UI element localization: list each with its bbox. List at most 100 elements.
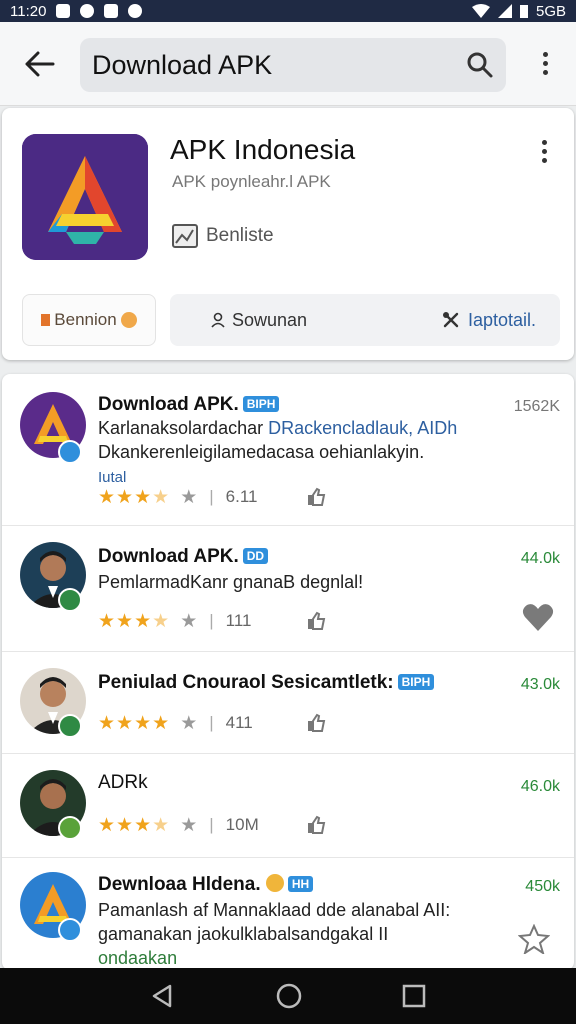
item-right-value: 46.0k — [520, 778, 560, 795]
item-title: ADRk — [98, 772, 148, 793]
overflow-menu-button[interactable] — [528, 52, 562, 82]
action-bar: Sowunan Iaptotail. — [170, 294, 560, 346]
bennion-button[interactable]: Bennion — [22, 294, 156, 346]
item-title-row: Download APK. DD — [98, 546, 269, 568]
item-description: Pamanlash af Mannaklaad dde alanabal AII… — [98, 898, 450, 970]
search-input[interactable] — [92, 49, 452, 81]
person-icon — [211, 312, 225, 328]
install-button[interactable]: Iaptotail. — [442, 310, 536, 331]
nav-recents-icon[interactable] — [402, 984, 426, 1008]
bookmark-icon — [41, 314, 51, 326]
verified-badge-icon — [58, 918, 82, 942]
list-item[interactable]: Download APK. DD PemlarmadKanr gnanaB deg… — [2, 526, 574, 652]
top-toolbar — [0, 22, 576, 106]
verified-badge-icon — [58, 440, 82, 464]
item-desc-link[interactable]: DRackencladlauk, AIDh — [268, 418, 457, 438]
item-title: Dewnloaa Hldena. — [98, 874, 261, 895]
star-outline-icon[interactable] — [518, 924, 550, 954]
item-count: 411 — [225, 713, 253, 732]
item-title-row: Peniulad Cnouraol Sesicamtletk: BIPH — [98, 672, 435, 694]
status-bar: 11:20 5GB — [0, 0, 576, 22]
list-item[interactable]: Dewnloaa Hldena. HH Pamanlash af Mannakl… — [2, 858, 574, 970]
item-meta: ★ ★ ★ ★ ★ | 411 — [98, 712, 326, 734]
item-tag: HH — [287, 876, 314, 892]
results-list: Download APK. BIPH Karlanaksolardachar DR… — [2, 374, 574, 970]
item-tag: BIPH — [397, 674, 435, 690]
verified-badge-icon — [58, 588, 82, 612]
item-count: 111 — [225, 611, 252, 630]
app-notification-icon — [104, 4, 119, 18]
verified-badge-icon — [58, 714, 82, 738]
app-more-button[interactable] — [542, 140, 547, 163]
item-title-row: ADRk — [98, 772, 148, 794]
item-right-value: 1562K — [513, 398, 560, 415]
item-title-row: Download APK. BIPH — [98, 394, 280, 416]
item-desc-line: PemlarmadKanr gnanaB degnlal! — [98, 572, 364, 592]
item-tag: BIPH — [242, 396, 280, 412]
developer-name: Benliste — [206, 225, 274, 246]
thumbs-up-icon[interactable] — [306, 487, 326, 507]
item-description: PemlarmadKanr gnanaB degnlal! — [98, 570, 363, 594]
nav-home-icon[interactable] — [275, 982, 303, 1010]
app-title: APK Indonesia — [170, 134, 356, 165]
install-label: Iaptotail. — [467, 309, 536, 330]
back-button[interactable] — [0, 22, 80, 106]
app-logo-icon — [22, 134, 148, 260]
item-desc-line: gamanakan jaokulklabalsandgakal II — [98, 924, 389, 944]
search-box[interactable] — [80, 38, 506, 92]
item-right-value: 44.0k — [520, 550, 560, 567]
item-title: Peniulad Cnouraol Sesicamtletk: — [98, 672, 394, 693]
alert-icon — [128, 4, 143, 18]
bennion-label: Bennion — [54, 310, 117, 329]
item-title-row: Dewnloaa Hldena. HH — [98, 874, 314, 896]
item-desc-line: Iutal — [98, 469, 127, 486]
app-subtitle: APK poynleahr.l APK — [172, 172, 331, 191]
developer-image-icon — [172, 224, 198, 248]
tools-icon — [442, 312, 459, 328]
signal-icon — [497, 4, 512, 18]
nav-back-icon[interactable] — [150, 983, 176, 1009]
sowunan-button[interactable]: Sowunan — [210, 310, 307, 331]
verified-badge-icon — [58, 816, 82, 840]
thumbs-up-icon[interactable] — [306, 611, 326, 631]
list-item[interactable]: ADRk ★ ★ ★ ★ ★ | 10M 46.0k — [2, 754, 574, 858]
heart-icon[interactable] — [522, 602, 554, 632]
item-description: Karlanaksolardachar DRackencladlauk, AID… — [98, 416, 457, 490]
rating-stars: ★ ★ ★ ★ ★ — [98, 486, 198, 508]
search-icon[interactable] — [466, 51, 494, 79]
item-right-value: 450k — [525, 878, 560, 895]
item-right-value: 43.0k — [520, 676, 560, 693]
item-meta: ★ ★ ★ ★ ★ | 111 — [98, 610, 326, 632]
item-desc-line: ondaakan — [98, 948, 178, 968]
item-desc-line: Pamanlash af Mannaklaad dde alanabal AII… — [98, 900, 451, 920]
thumbs-up-icon[interactable] — [306, 713, 326, 733]
item-count: 6.11 — [225, 487, 258, 506]
item-desc-line: Karlanaksolardachar — [98, 418, 269, 438]
developer-link[interactable]: Benliste — [172, 224, 274, 248]
sowunan-label: Sowunan — [232, 309, 308, 330]
status-right-text: 5GB — [535, 2, 566, 20]
emoji-icon — [265, 874, 284, 892]
wifi-icon — [471, 4, 490, 18]
coin-icon — [120, 312, 137, 328]
item-tag: DD — [242, 548, 269, 564]
item-meta: ★ ★ ★ ★ ★ | 10M — [98, 814, 326, 836]
back-arrow-icon — [25, 51, 55, 76]
item-meta: ★ ★ ★ ★ ★ | 6.11 — [98, 486, 326, 508]
item-count: 10M — [225, 815, 259, 834]
app-card: APK Indonesia APK poynleahr.l APK Benlis… — [2, 108, 574, 360]
list-item[interactable]: Download APK. BIPH Karlanaksolardachar DR… — [2, 374, 574, 526]
rating-stars: ★ ★ ★ ★ ★ — [98, 610, 198, 632]
item-title: Download APK. — [98, 546, 239, 567]
list-item[interactable]: Peniulad Cnouraol Sesicamtletk: BIPH ★ ★ ★ ★… — [2, 652, 574, 754]
thumbs-up-icon[interactable] — [306, 815, 326, 835]
item-title: Download APK. — [98, 394, 239, 415]
battery-icon — [519, 5, 528, 18]
system-nav-bar — [0, 968, 576, 1024]
rating-stars: ★ ★ ★ ★ ★ — [98, 712, 198, 734]
item-desc-line: Dkankerenleigilamedacasa oehianlakyin. — [98, 442, 425, 462]
sync-icon — [80, 4, 95, 18]
rating-stars: ★ ★ ★ ★ ★ — [98, 814, 198, 836]
status-time: 11:20 — [10, 2, 47, 20]
notification-icon — [56, 4, 71, 18]
